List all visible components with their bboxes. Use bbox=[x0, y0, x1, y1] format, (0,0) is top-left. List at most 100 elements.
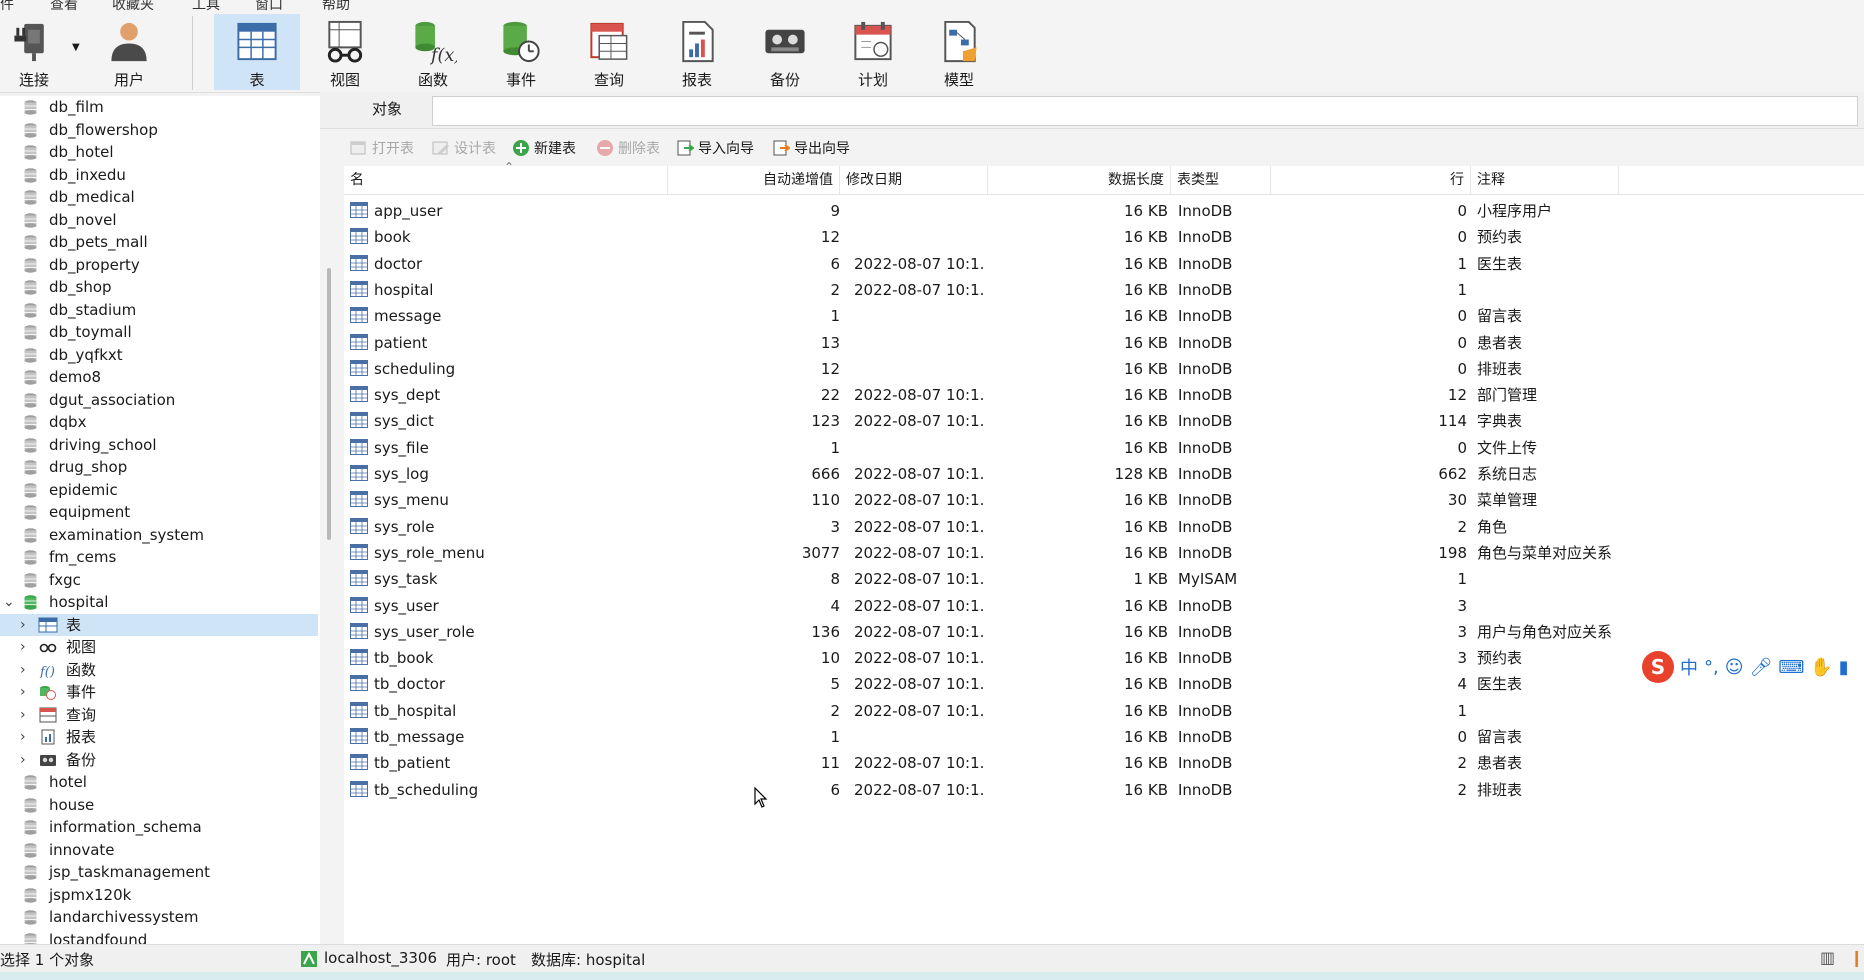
connection-tree[interactable]: db_film db_flowershop db_hotel db_inxedu… bbox=[0, 96, 320, 944]
table-row[interactable]: tb_hospital 2 2022-08-07 10:1... 16 KB InnoD… bbox=[344, 698, 1864, 724]
chevron-right-icon[interactable]: › bbox=[20, 726, 26, 748]
tree-db-item[interactable]: house bbox=[0, 794, 318, 816]
tree-db-item[interactable]: db_medical bbox=[0, 186, 318, 208]
table-row[interactable]: sys_log 666 2022-08-07 10:1... 128 KB InnoDB… bbox=[344, 461, 1864, 487]
col-type[interactable]: 表类型 bbox=[1171, 166, 1271, 194]
tree-db-item[interactable]: db_pets_mall bbox=[0, 231, 318, 253]
tree-db-item[interactable]: db_inxedu bbox=[0, 164, 318, 186]
tree-node-query[interactable]: › 查询 bbox=[0, 704, 318, 726]
menu-tools[interactable]: 工具 bbox=[192, 0, 220, 14]
table-row[interactable]: patient 13 16 KB InnoDB 0 患者表 bbox=[344, 330, 1864, 356]
tree-node-table[interactable]: › 表 bbox=[0, 614, 318, 636]
tree-db-item[interactable]: innovate bbox=[0, 839, 318, 861]
tree-db-item-open[interactable]: ⌄ hospital bbox=[0, 591, 318, 613]
tree-db-item[interactable]: db_film bbox=[0, 96, 318, 118]
export-wizard-button[interactable]: 导出向导 bbox=[772, 138, 850, 158]
col-comment[interactable]: 注释 bbox=[1471, 166, 1619, 194]
tree-node-backup[interactable]: › 备份 bbox=[0, 749, 318, 771]
table-row[interactable]: tb_patient 11 2022-08-07 10:1... 16 KB InnoD… bbox=[344, 750, 1864, 776]
tree-node-event[interactable]: › 事件 bbox=[0, 681, 318, 703]
tree-db-item[interactable]: landarchivessystem bbox=[0, 906, 318, 928]
menu-favorites[interactable]: 收藏夹 bbox=[112, 0, 154, 14]
schedule-button[interactable]: 计划 bbox=[830, 14, 916, 90]
tree-db-item[interactable]: jsp_taskmanagement bbox=[0, 861, 318, 883]
tree-db-item[interactable]: examination_system bbox=[0, 524, 318, 546]
col-data-length[interactable]: 数据长度 bbox=[988, 166, 1171, 194]
ime-punct[interactable]: °, bbox=[1704, 657, 1719, 678]
table-row[interactable]: sys_menu 110 2022-08-07 10:1... 16 KB InnoDB… bbox=[344, 487, 1864, 513]
menu-help[interactable]: 帮助 bbox=[322, 0, 350, 14]
tree-db-item[interactable]: information_schema bbox=[0, 816, 318, 838]
list-view-icon[interactable]: ▥ bbox=[1820, 948, 1835, 967]
tree-db-item[interactable]: equipment bbox=[0, 501, 318, 523]
table-row[interactable]: sys_dict 123 2022-08-07 10:1... 16 KB InnoDB… bbox=[344, 408, 1864, 434]
table-row[interactable]: tb_message 1 16 KB InnoDB 0 留言表 bbox=[344, 724, 1864, 750]
table-button[interactable]: 表 bbox=[214, 14, 300, 90]
tree-db-item[interactable]: db_toymall bbox=[0, 321, 318, 343]
tree-db-item[interactable]: hotel bbox=[0, 771, 318, 793]
view-button[interactable]: 视图 bbox=[302, 14, 388, 90]
microphone-icon[interactable]: 🎤︎ bbox=[1750, 657, 1773, 678]
open-table-button[interactable]: 打开表 bbox=[350, 138, 414, 158]
table-row[interactable]: message 1 16 KB InnoDB 0 留言表 bbox=[344, 303, 1864, 329]
tab-objects[interactable]: 对象 bbox=[372, 98, 402, 119]
tree-db-item[interactable]: db_flowershop bbox=[0, 119, 318, 141]
chevron-right-icon[interactable]: › bbox=[20, 659, 26, 681]
tree-db-item[interactable]: db_property bbox=[0, 254, 318, 276]
object-filter-input[interactable] bbox=[432, 96, 1858, 126]
chevron-down-icon[interactable]: ▼ bbox=[72, 42, 80, 53]
chevron-right-icon[interactable]: › bbox=[20, 749, 26, 771]
report-button[interactable]: 报表 bbox=[654, 14, 740, 90]
ime-mode[interactable]: 中 bbox=[1680, 654, 1698, 680]
tree-db-item[interactable]: fxgc bbox=[0, 569, 318, 591]
tree-node-report[interactable]: › 报表 bbox=[0, 726, 318, 748]
user-button[interactable]: 用户 bbox=[86, 14, 172, 90]
table-row[interactable]: scheduling 12 16 KB InnoDB 0 排班表 bbox=[344, 356, 1864, 382]
table-row[interactable]: sys_role 3 2022-08-07 10:1... 16 KB InnoDB 2 角… bbox=[344, 514, 1864, 540]
table-row[interactable]: sys_file 1 16 KB InnoDB 0 文件上传 bbox=[344, 435, 1864, 461]
connect-button[interactable]: 连接 bbox=[0, 14, 68, 90]
chevron-right-icon[interactable]: › bbox=[20, 704, 26, 726]
menu-window[interactable]: 窗口 bbox=[255, 0, 283, 14]
table-row[interactable]: sys_user 4 2022-08-07 10:1... 16 KB InnoDB 3 bbox=[344, 593, 1864, 619]
table-row[interactable]: sys_user_role 136 2022-08-07 10:1... 16 KB I… bbox=[344, 619, 1864, 645]
chevron-right-icon[interactable]: › bbox=[20, 636, 26, 658]
table-row[interactable]: app_user 9 16 KB InnoDB 0 小程序用户 bbox=[344, 198, 1864, 224]
tree-db-item[interactable]: driving_school bbox=[0, 434, 318, 456]
chevron-right-icon[interactable]: › bbox=[20, 681, 26, 703]
chevron-down-icon[interactable]: ⌄ bbox=[3, 591, 15, 613]
table-row[interactable]: tb_book 10 2022-08-07 10:1... 16 KB InnoDB 3 预… bbox=[344, 645, 1864, 671]
tree-db-item[interactable]: db_stadium bbox=[0, 299, 318, 321]
function-button[interactable]: f(x) 函数 bbox=[390, 14, 476, 90]
tree-db-item[interactable]: db_yqfkxt bbox=[0, 344, 318, 366]
toolbox-icon[interactable]: ✋ bbox=[1810, 657, 1832, 678]
tree-db-item[interactable]: epidemic bbox=[0, 479, 318, 501]
tree-db-item[interactable]: fm_cems bbox=[0, 546, 318, 568]
tree-db-item[interactable]: dgut_association bbox=[0, 389, 318, 411]
tree-db-item[interactable]: db_shop bbox=[0, 276, 318, 298]
menu-view[interactable]: 查看 bbox=[50, 0, 78, 14]
col-rows[interactable]: 行 bbox=[1271, 166, 1471, 194]
tree-node-function[interactable]: › f() 函数 bbox=[0, 659, 318, 681]
table-row[interactable]: tb_doctor 5 2022-08-07 10:1... 16 KB InnoDB 4… bbox=[344, 671, 1864, 697]
tree-db-item[interactable]: db_novel bbox=[0, 209, 318, 231]
tree-db-item[interactable]: jspmx120k bbox=[0, 884, 318, 906]
delete-table-button[interactable]: 删除表 bbox=[596, 138, 660, 158]
event-button[interactable]: 事件 bbox=[478, 14, 564, 90]
col-modified[interactable]: 修改日期 bbox=[840, 166, 988, 194]
table-list[interactable]: 名 ⌃ 自动递增值 修改日期 数据长度 表类型 行 注释 app_user 9 16… bbox=[344, 160, 1864, 944]
emoji-icon[interactable]: ☺ bbox=[1725, 657, 1744, 678]
query-button[interactable]: 查询 bbox=[566, 14, 652, 90]
backup-button[interactable]: 备份 bbox=[742, 14, 828, 90]
col-auto-increment[interactable]: 自动递增值 bbox=[668, 166, 840, 194]
table-row[interactable]: hospital 2 2022-08-07 10:1... 16 KB InnoDB 1 bbox=[344, 277, 1864, 303]
import-wizard-button[interactable]: 导入向导 bbox=[676, 138, 754, 158]
design-table-button[interactable]: 设计表 bbox=[432, 138, 496, 158]
new-table-button[interactable]: 新建表 bbox=[512, 138, 576, 158]
table-row[interactable]: tb_scheduling 6 2022-08-07 10:1... 16 KB Inn… bbox=[344, 777, 1864, 803]
menu-file[interactable]: 件 bbox=[0, 0, 14, 14]
table-row[interactable]: sys_task 8 2022-08-07 10:1... 1 KB MyISAM 1 bbox=[344, 566, 1864, 592]
ime-logo[interactable]: S bbox=[1642, 651, 1674, 683]
tree-db-item[interactable]: lostandfound bbox=[0, 929, 318, 944]
table-row[interactable]: sys_dept 22 2022-08-07 10:1... 16 KB InnoDB 1… bbox=[344, 382, 1864, 408]
